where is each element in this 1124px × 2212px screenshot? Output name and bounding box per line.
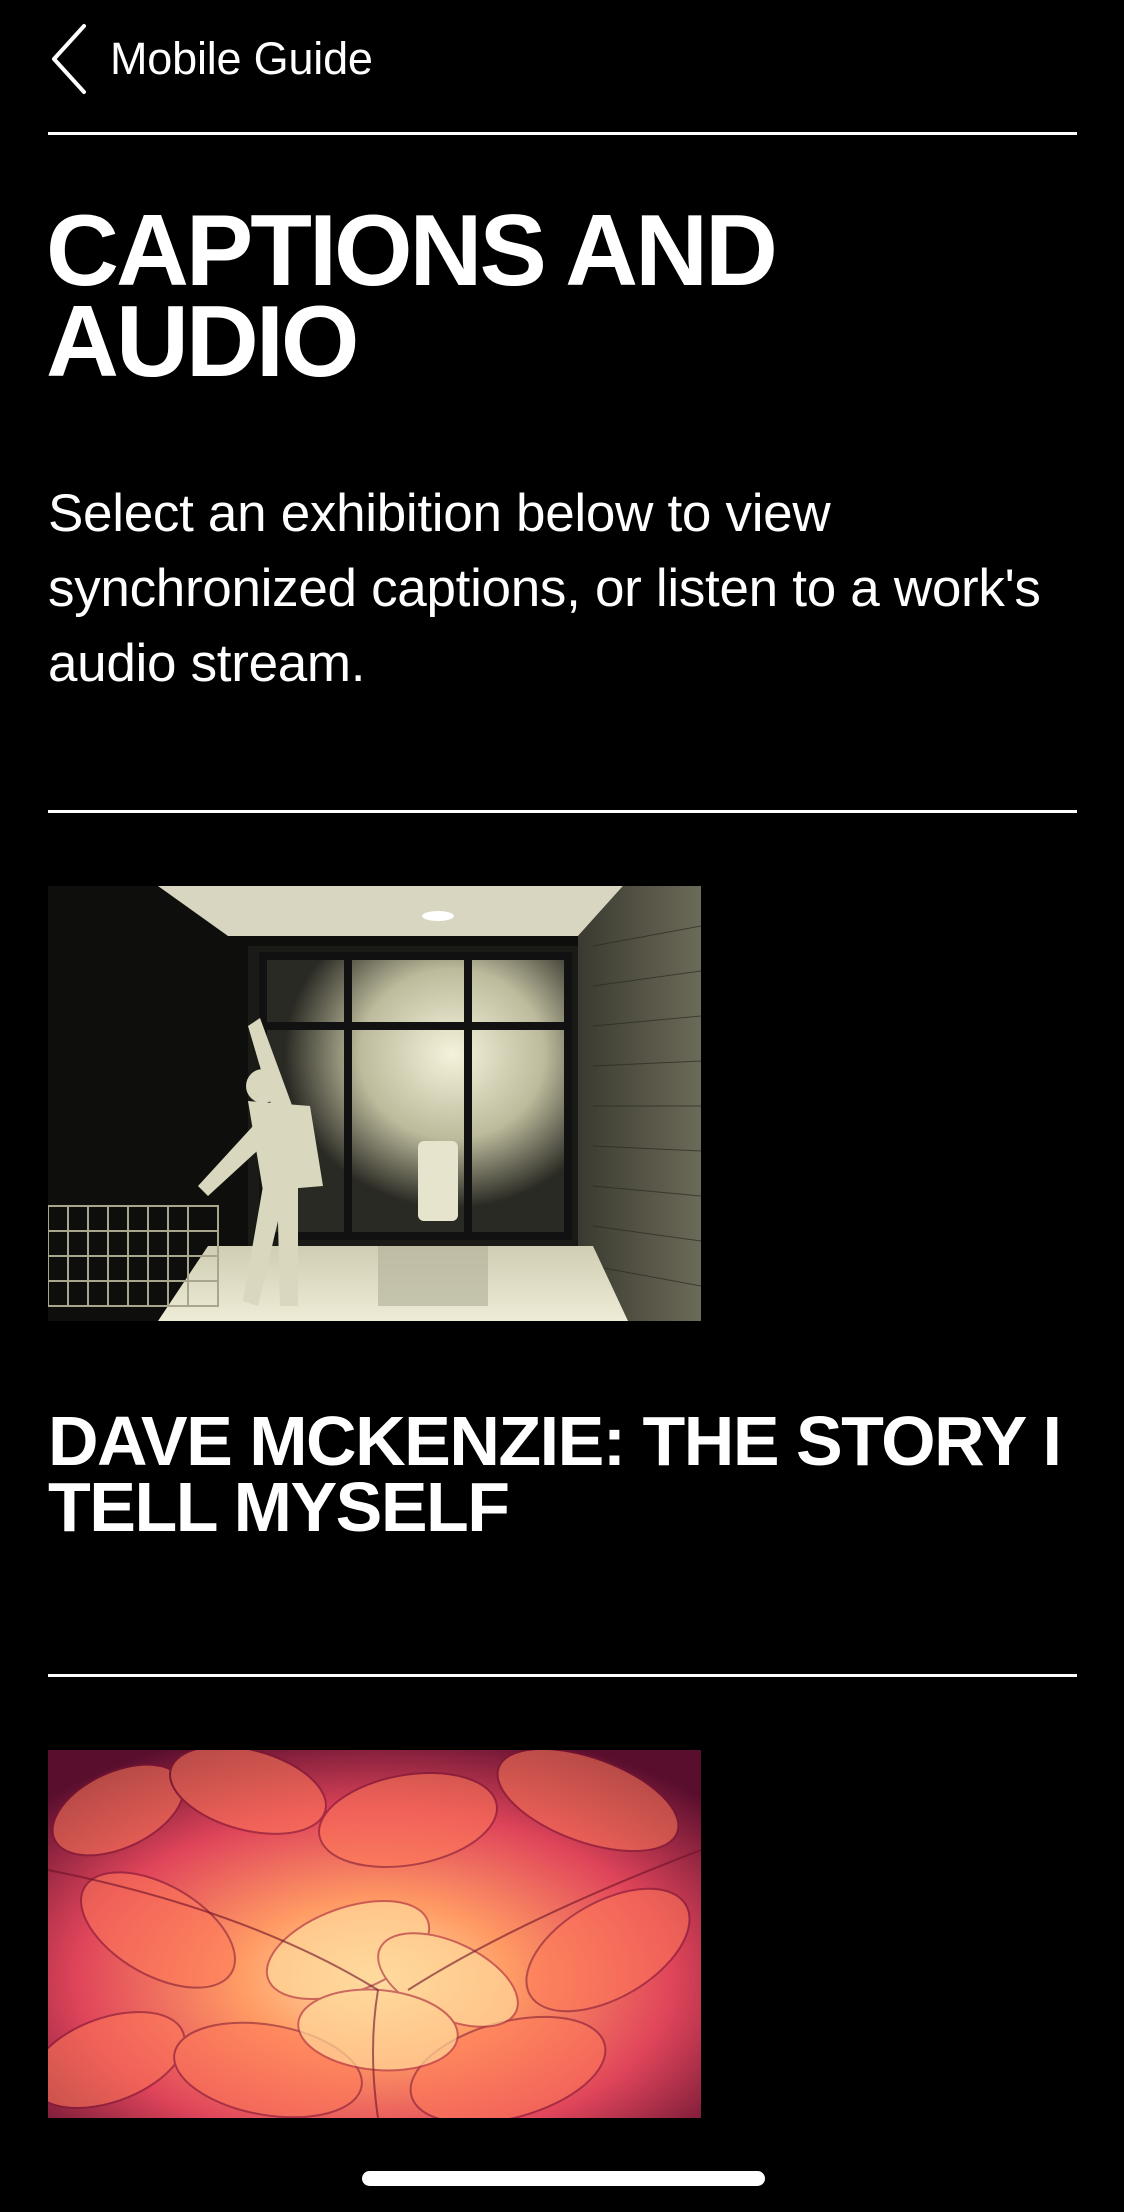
exhibition-title[interactable]: DAVE MCKENZIE: THE STORY I TELL MYSELF [48, 1406, 1088, 1542]
intro-text: Select an exhibition below to view synch… [48, 484, 1041, 693]
back-button[interactable]: Mobile Guide [48, 22, 373, 96]
back-label: Mobile Guide [110, 33, 373, 84]
exhibition-card[interactable] [48, 1750, 1077, 2120]
exhibition-card[interactable]: DAVE MCKENZIE: THE STORY I TELL MYSELF [48, 886, 1077, 1546]
header-divider [48, 132, 1077, 135]
section-divider [48, 1674, 1077, 1677]
section-divider [48, 810, 1077, 813]
exhibition-thumbnail[interactable] [48, 1750, 701, 2118]
chevron-left-icon [52, 24, 86, 94]
exhibition-thumbnail[interactable] [48, 886, 701, 1321]
home-indicator [362, 2171, 765, 2186]
page-title: CAPTIONS AND AUDIO [46, 195, 778, 398]
